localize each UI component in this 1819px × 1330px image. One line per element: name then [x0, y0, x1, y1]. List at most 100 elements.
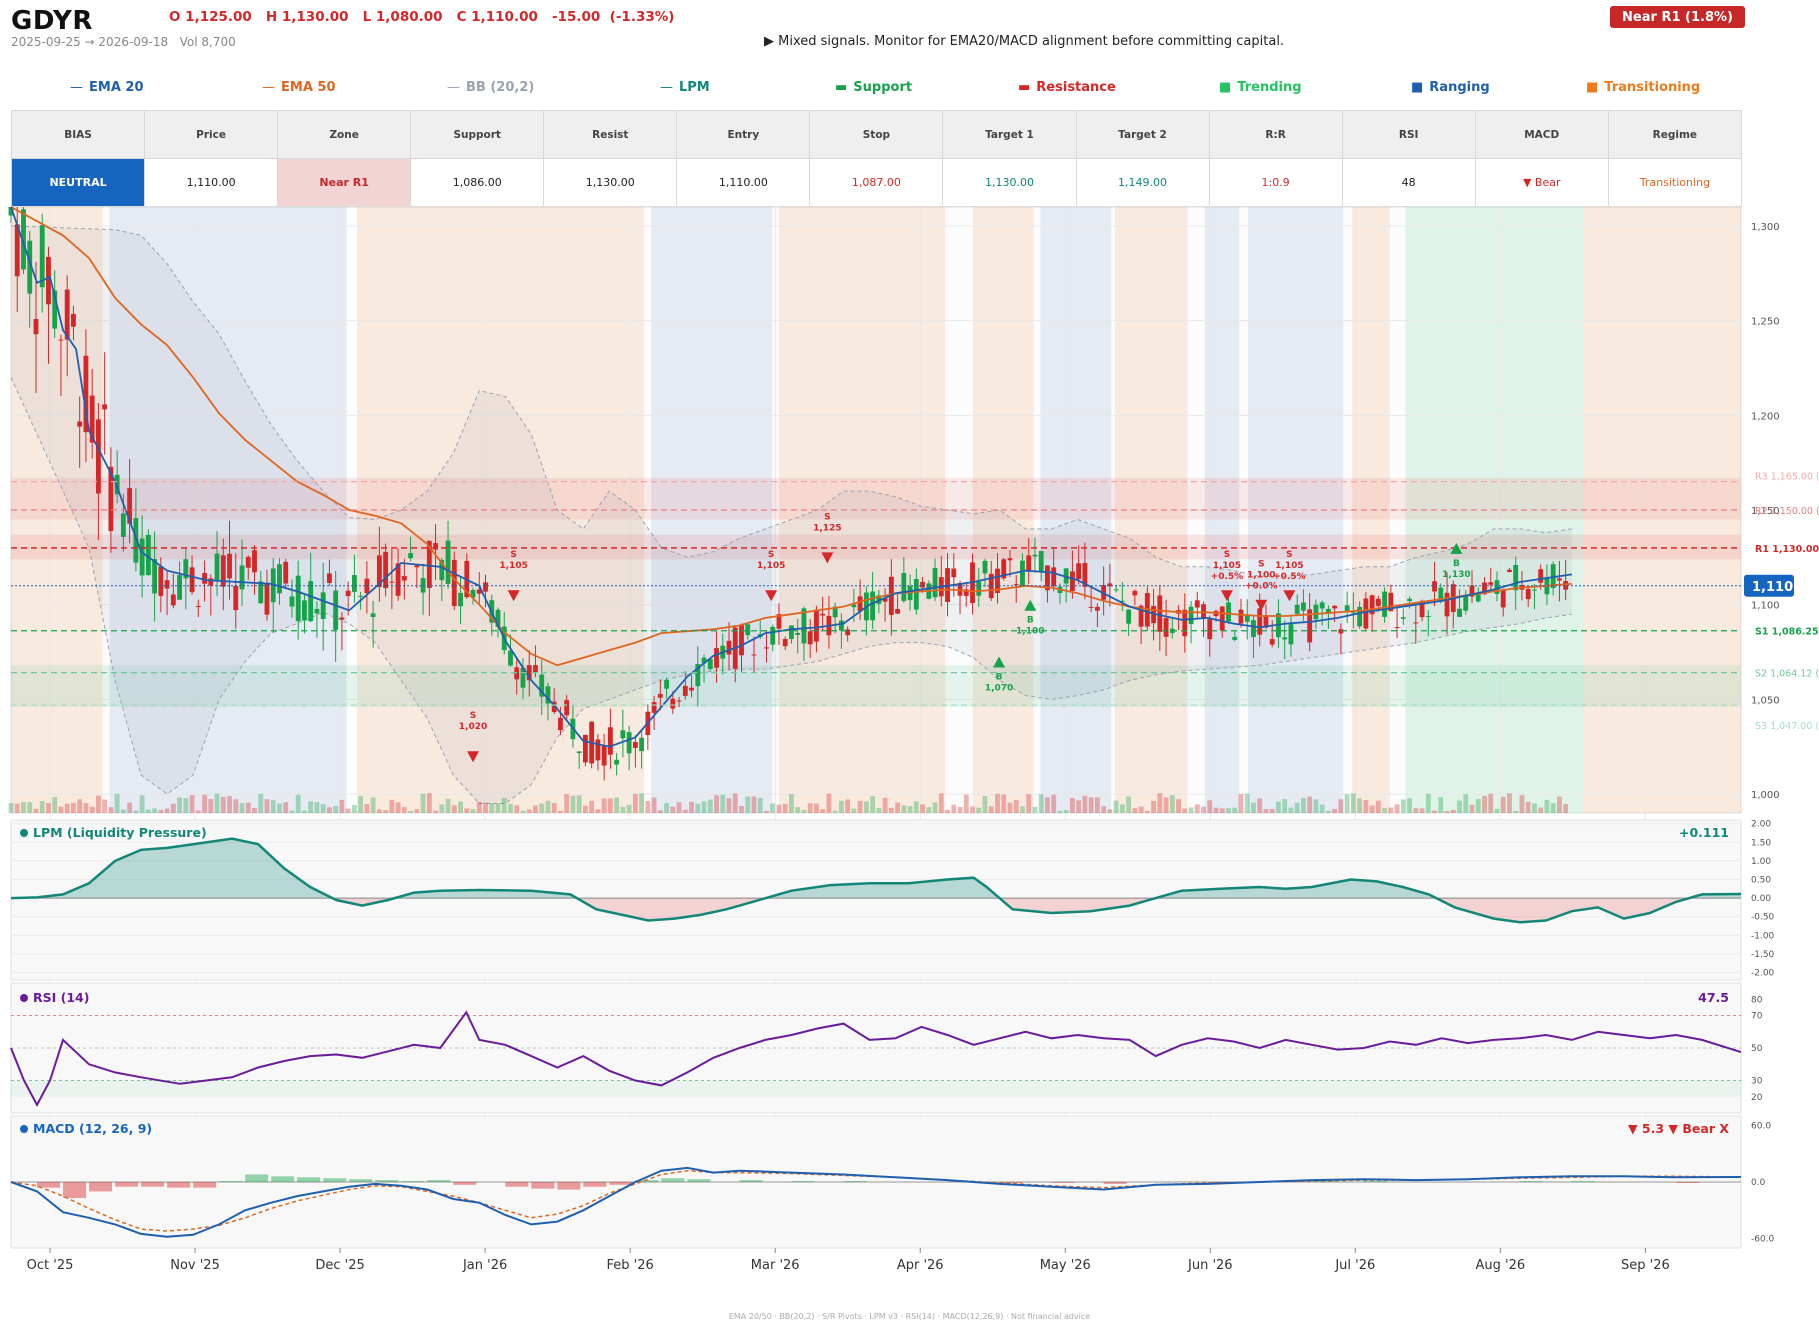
- candle-body: [726, 640, 732, 655]
- square-icon: ■: [1219, 80, 1232, 95]
- legend-item-lpm[interactable]: — LPM: [660, 80, 710, 95]
- volume-bar: [838, 800, 844, 813]
- volume-bar: [1107, 809, 1113, 813]
- volume-bar: [1119, 804, 1125, 813]
- legend-item-resistance[interactable]: ▬ Resistance: [1018, 80, 1116, 95]
- volume-bar: [1482, 795, 1487, 813]
- candle-body: [1007, 558, 1013, 561]
- candle-body: [1400, 617, 1406, 619]
- candle-body: [1319, 602, 1325, 609]
- legend-item-support[interactable]: ▬ Support: [835, 80, 912, 95]
- legend-item-ranging[interactable]: ■ Ranging: [1411, 80, 1490, 95]
- lpm-tick-label: 1.50: [1751, 838, 1771, 848]
- lpm-tick-label: -1.00: [1751, 931, 1775, 941]
- cell-entry: 1,110.00: [676, 158, 811, 207]
- rsi-tick-label: 50: [1751, 1044, 1763, 1054]
- legend-item-trending[interactable]: ■ Trending: [1219, 80, 1302, 95]
- volume-bar: [1325, 810, 1331, 813]
- candle-body: [1313, 604, 1319, 620]
- candle-body: [1157, 595, 1163, 632]
- candle-body: [1126, 609, 1132, 624]
- volume-bar: [1375, 800, 1381, 813]
- marker-pct: +0.5%: [1211, 572, 1244, 582]
- square-icon: ■: [1586, 80, 1599, 95]
- volume-bar: [1207, 800, 1213, 813]
- volume-bar: [1350, 793, 1356, 813]
- candle-body: [764, 647, 769, 649]
- volume-bar: [1007, 802, 1013, 813]
- volume-bar: [1194, 804, 1200, 813]
- volume-bar: [732, 793, 738, 813]
- trade-setup-table: BIAS Price Zone Support Resist Entry Stop Targe…: [10, 110, 1743, 207]
- volume-bar: [71, 802, 76, 813]
- macd-histogram-bar: [115, 1182, 139, 1187]
- volume-bar: [1263, 809, 1269, 813]
- volume-bar: [745, 796, 751, 813]
- candle-body: [202, 572, 207, 584]
- candle-body: [195, 605, 201, 607]
- legend-item-transitioning[interactable]: ■ Transitioning: [1586, 80, 1700, 95]
- candle-body: [745, 624, 751, 636]
- candle-body: [1013, 584, 1019, 586]
- volume-bar: [1082, 795, 1088, 813]
- candle-body: [932, 568, 938, 598]
- volume-bar: [1388, 807, 1394, 813]
- volume-bar: [52, 797, 58, 813]
- cell-target-2: 1,149.00: [1075, 158, 1210, 207]
- rsi-dot-icon: [20, 994, 28, 1002]
- volume-bar: [1438, 797, 1444, 813]
- volume-bar: [127, 802, 133, 813]
- volume-bar: [520, 810, 526, 813]
- candle-body: [302, 600, 307, 621]
- lpm-title: LPM (Liquidity Pressure): [33, 825, 207, 840]
- volume-bar: [1507, 793, 1512, 813]
- candle-body: [277, 564, 282, 594]
- candle-body: [258, 581, 264, 604]
- volume-bar: [1344, 794, 1350, 813]
- candle-body: [751, 654, 757, 656]
- volume-bar: [863, 801, 869, 813]
- legend-label: BB (20,2): [466, 80, 535, 95]
- volume-bar: [1525, 801, 1531, 813]
- volume-bar: [214, 793, 220, 813]
- volume-bar: [464, 808, 470, 813]
- macd-tick-label: 0.0: [1751, 1178, 1766, 1188]
- volume-bar: [1307, 796, 1313, 813]
- volume-bar: [539, 803, 545, 813]
- candle-body: [1226, 602, 1231, 622]
- candle-body: [782, 638, 788, 647]
- legend-item-ema-50[interactable]: — EMA 50: [262, 80, 336, 95]
- volume-bar: [1144, 810, 1150, 813]
- volume-bar: [264, 799, 270, 813]
- volume-bar: [970, 806, 975, 813]
- candle-body: [913, 578, 919, 610]
- macd-histogram-bar: [1519, 1181, 1543, 1182]
- candle-body: [1182, 609, 1188, 637]
- macd-tick-label: -60.0: [1751, 1235, 1775, 1245]
- volume-bar: [607, 798, 613, 813]
- candle-body: [582, 734, 588, 763]
- volume-bar: [888, 807, 894, 813]
- legend-item-ema-20[interactable]: — EMA 20: [70, 80, 144, 95]
- volume-bar: [570, 795, 576, 813]
- volume-bar: [295, 794, 301, 813]
- volume-bar: [314, 802, 320, 813]
- price-tag: 1,110: [1752, 580, 1793, 595]
- macd-histogram-bar: [557, 1182, 581, 1190]
- legend-item-bb-20-2[interactable]: — BB (20,2): [447, 80, 534, 95]
- table-header-row: BIAS Price Zone Support Resist Entry Stop Targe…: [10, 110, 1743, 159]
- rsi-tick-label: 30: [1751, 1077, 1763, 1087]
- level-label: R2 1,150.00 (25x): [1755, 506, 1819, 517]
- volume-bar: [433, 810, 438, 813]
- volume-bar: [426, 793, 432, 813]
- macd-histogram-bar: [427, 1180, 451, 1182]
- volume-bar: [870, 796, 876, 813]
- volume-bar: [1157, 793, 1163, 813]
- candle-body: [857, 596, 863, 612]
- candle-body: [795, 632, 801, 635]
- volume-bar: [1026, 794, 1032, 813]
- legend-label: Ranging: [1429, 80, 1490, 95]
- volume-bar: [1444, 810, 1450, 813]
- volume-bar: [695, 803, 701, 813]
- candle-body: [1350, 612, 1356, 614]
